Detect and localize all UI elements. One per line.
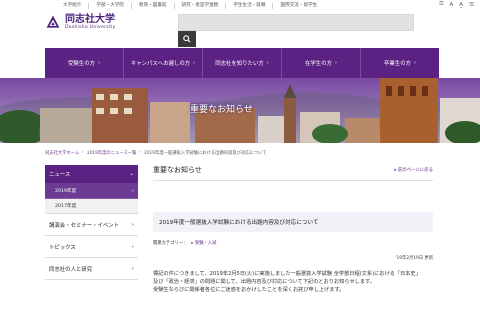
back-link-label: 前のページに戻る (397, 168, 433, 173)
utility-link-student-life[interactable]: 学生生活・就職 (226, 2, 274, 9)
sidebar-item-label: 2019年度 (55, 188, 77, 194)
article-body: 標記の件につきまして、2019年2月5日(火)に実施しました一般選抜入学試験 全… (153, 270, 433, 295)
back-link[interactable]: ▸ 前のページに戻る (394, 167, 433, 173)
nav-label: 受験生の方 (68, 61, 95, 67)
sidebar-item-label: ニュース (49, 172, 71, 178)
sidebar-item-label: 同志社の人と研究 (49, 266, 93, 273)
category-value: 受験・入試 (194, 241, 217, 246)
utility-link-research[interactable]: 研究・産官学連携 (175, 2, 227, 9)
nav-label: キャンパスへお越しの方 (130, 61, 191, 67)
main-nav: 受験生の方 › キャンパスへお越しの方 › 同志社を知りたい方 › 在学生の方 › 卒業… (45, 48, 439, 78)
utility-links: 大学紹介 学部・大学院 教育・図書館 研究・産官学連携 学生生活・就職 国際交流… (56, 2, 324, 9)
chevron-right-icon: › (131, 265, 134, 272)
search-icon (183, 35, 191, 43)
sidebar-item-label: 2017年度 (55, 204, 77, 209)
nav-label: 卒業生の方 (384, 61, 411, 67)
category-link[interactable]: ▸ 受験・入試 (191, 240, 216, 246)
menu-icon[interactable]: ☰ (469, 2, 474, 8)
chevron-right-icon: › (193, 60, 196, 66)
breadcrumb-separator: › (82, 150, 84, 155)
chevron-right-icon: › (334, 60, 337, 66)
nav-label: 在学生の方 (305, 61, 332, 67)
sidebar-item-people[interactable]: 同志社の人と研究 › (45, 258, 138, 280)
category-row: 関連カテゴリー： ▸ 受験・入試 (153, 240, 433, 246)
main-content: 重要なお知らせ ▸ 前のページに戻る 2019年度一般選抜入学試験における出題内… (153, 165, 433, 295)
category-label: 関連カテゴリー： (153, 241, 188, 246)
font-size-icon[interactable]: A (450, 2, 454, 8)
chevron-down-icon: ⌄ (129, 171, 134, 177)
chevron-right-icon: › (131, 221, 134, 228)
sidebar-item-label: 講演会・セミナー・イベント (49, 222, 120, 229)
hero-banner: 重要なお知らせ (0, 78, 480, 143)
page-title: 重要なお知らせ (153, 166, 202, 174)
chevron-right-icon: › (413, 60, 416, 66)
logo-english: Doshisha University (65, 24, 116, 30)
utility-link-international[interactable]: 国際交流・留学生 (273, 3, 324, 9)
search-button[interactable] (178, 31, 196, 47)
hero-title: 重要なお知らせ (190, 105, 253, 115)
utility-link-about[interactable]: 大学紹介 (56, 2, 90, 9)
search-input[interactable] (178, 14, 414, 31)
updated-date: '19年2月19日 更新 (395, 256, 433, 261)
breadcrumb: 同志社大学ホーム › 2019年度のニュース一覧 › 2019年度一般選抜入学試… (45, 150, 267, 156)
chevron-right-icon: › (266, 60, 269, 66)
breadcrumb-home[interactable]: 同志社大学ホーム (45, 150, 79, 156)
sidebar-item-topics[interactable]: トピックス › (45, 236, 138, 258)
lock-icon[interactable]: ⚿ (439, 1, 443, 8)
chevron-right-icon: › (131, 187, 134, 194)
utility-link-faculties[interactable]: 学部・大学院 (89, 2, 132, 9)
breadcrumb-current: 2019年度一般選抜入学試験における出題内容及び対応について (144, 151, 267, 156)
nav-item-visitors[interactable]: キャンパスへお越しの方 › (124, 48, 203, 78)
breadcrumb-news-list[interactable]: 2019年度のニュース一覧 (87, 150, 136, 156)
main-header: 重要なお知らせ ▸ 前のページに戻る (153, 165, 433, 181)
chevron-right-icon: › (97, 60, 100, 66)
sidebar-item-news[interactable]: ニュース ⌄ (45, 165, 138, 183)
chevron-right-icon: › (131, 243, 134, 250)
nav-item-alumni[interactable]: 卒業生の方 › (361, 48, 439, 78)
utility-bar: 大学紹介 学部・大学院 教育・図書館 研究・産官学連携 学生生活・就職 国際交流… (0, 0, 480, 11)
logo-emblem-icon (46, 15, 60, 28)
paragraph: 及び「政治・経済」の問題に関して、出題内容及び対応について下記のとおりお知らせし… (153, 279, 375, 286)
sidebar-item-lectures[interactable]: 講演会・セミナー・イベント › (45, 214, 138, 236)
text-style-icon[interactable]: A̲ (459, 2, 463, 8)
paragraph: 受験生ならびに関係者各位にご迷惑をおかけしたことを深くお詫び申し上げます。 (153, 287, 345, 294)
sidebar: ニュース ⌄ 2019年度 › 2017年度 講演会・セミナー・イベント › ト… (45, 165, 138, 280)
site-logo[interactable]: 同志社大学 Doshisha University (45, 14, 115, 30)
article-title: 2019年度一般選抜入学試験における出題内容及び対応について (153, 212, 433, 232)
utility-tools: ⚿ A A̲ ☰ (439, 1, 474, 8)
sidebar-item-2017[interactable]: 2017年度 (45, 199, 138, 214)
logo-japanese: 同志社大学 (65, 13, 115, 25)
sidebar-item-label: トピックス (49, 244, 76, 251)
sidebar-item-2019[interactable]: 2019年度 › (45, 183, 138, 199)
utility-link-education[interactable]: 教育・図書館 (132, 2, 175, 9)
nav-label: 同志社を知りたい方 (215, 61, 264, 67)
nav-item-applicants[interactable]: 受験生の方 › (45, 48, 124, 78)
paragraph: 標記の件につきまして、2019年2月5日(火)に実施しました一般選抜入学試験 全… (153, 271, 421, 277)
nav-item-students[interactable]: 在学生の方 › (282, 48, 361, 78)
breadcrumb-separator: › (139, 150, 142, 155)
nav-item-about[interactable]: 同志社を知りたい方 › (203, 48, 282, 78)
